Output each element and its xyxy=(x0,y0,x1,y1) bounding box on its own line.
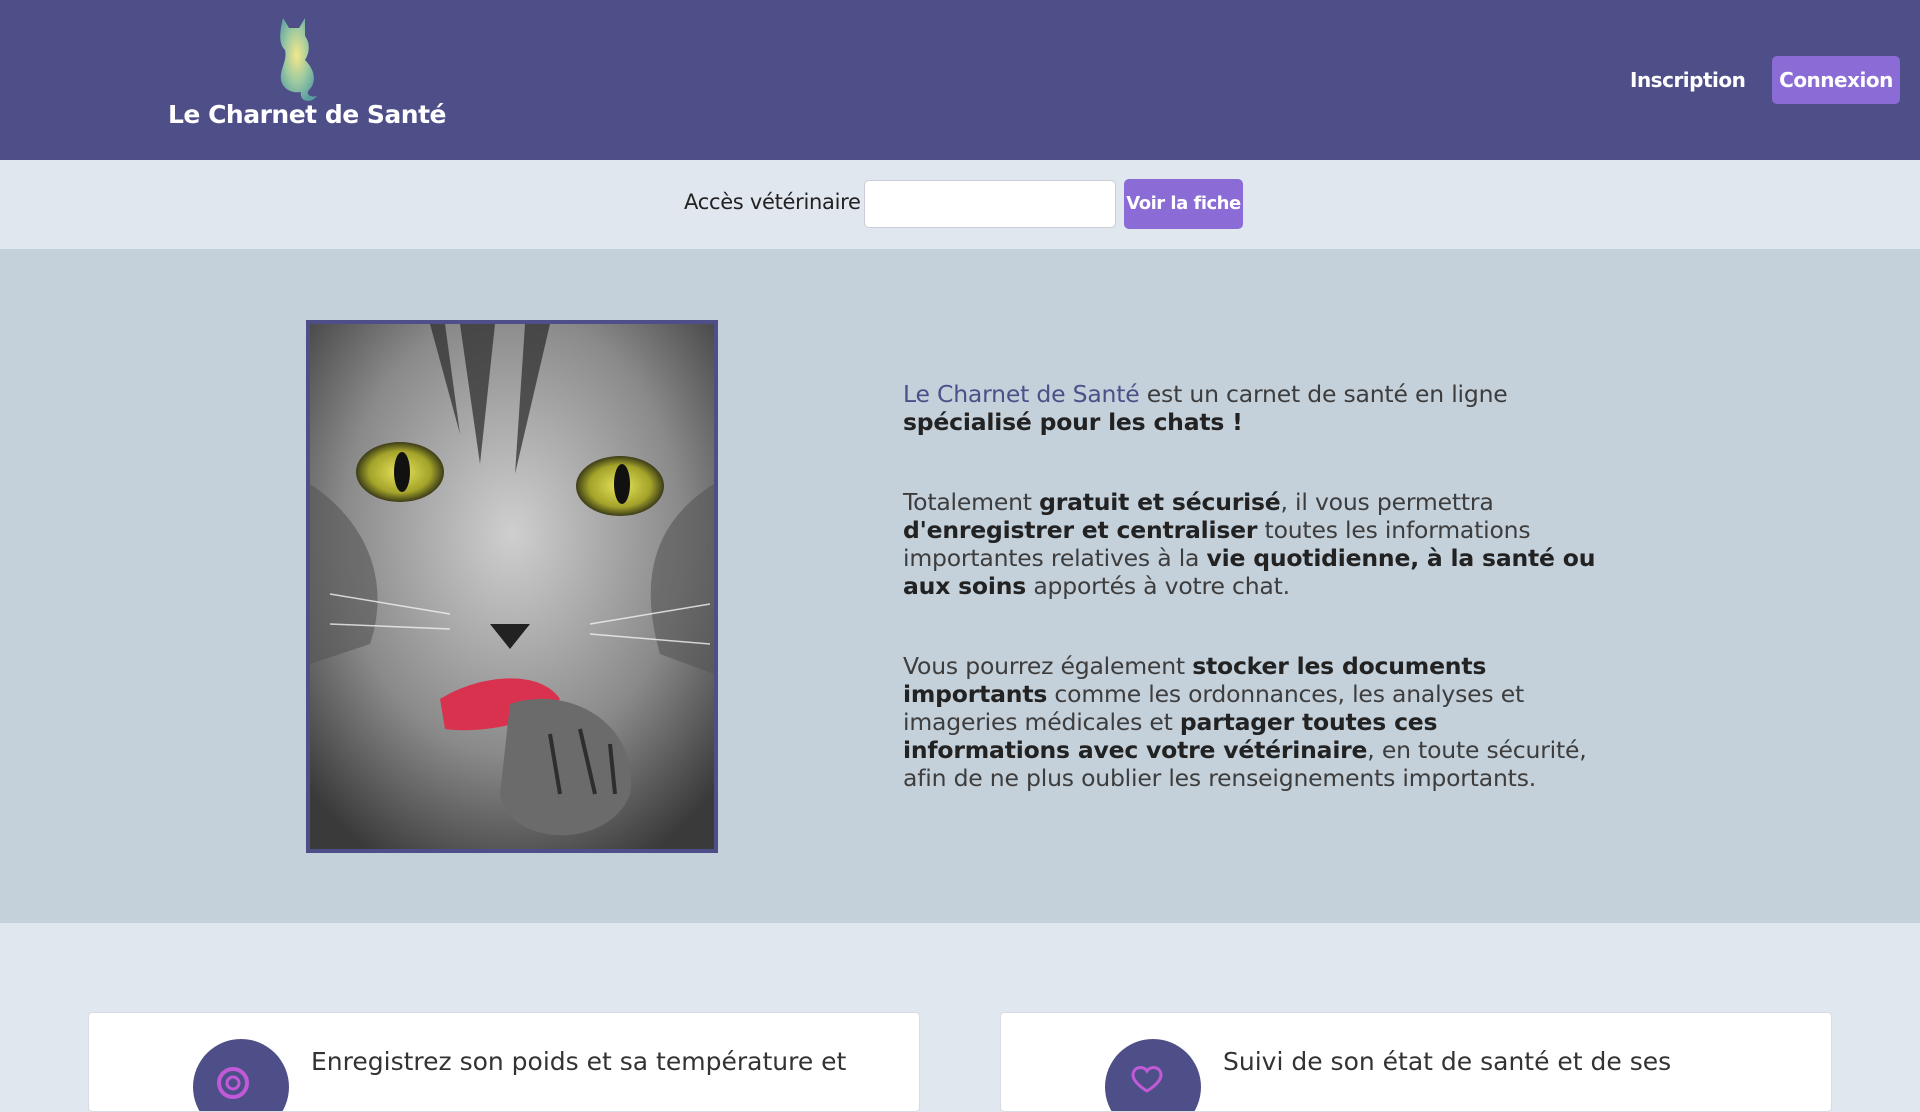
voir-fiche-button[interactable]: Voir la fiche xyxy=(1124,179,1243,229)
hero-p2-text-4: apportés à votre chat. xyxy=(1026,572,1290,600)
cat-photo xyxy=(306,320,718,853)
hero-p2-bold-1: gratuit et sécurisé xyxy=(1039,488,1281,516)
feature-text: Enregistrez son poids et sa température … xyxy=(311,1047,847,1076)
hero-p1-text: est un carnet de santé en ligne xyxy=(1139,380,1508,408)
hero-p1-bold: spécialisé pour les chats ! xyxy=(903,408,1243,436)
hero-paragraph-2: Totalement gratuit et sécurisé, il vous … xyxy=(903,488,1603,600)
brand-name: Le Charnet de Santé xyxy=(168,100,446,129)
feature-card: Enregistrez son poids et sa température … xyxy=(88,1012,920,1112)
feature-card: Suivi de son état de santé et de ses xyxy=(1000,1012,1832,1112)
brand-logo[interactable]: Le Charnet de Santé xyxy=(168,14,446,134)
connexion-button[interactable]: Connexion xyxy=(1772,56,1900,104)
hero-p3-text-1: Vous pourrez également xyxy=(903,652,1193,680)
hero-description: Le Charnet de Santé est un carnet de san… xyxy=(903,380,1603,844)
top-navbar: Le Charnet de Santé Inscription Connexio… xyxy=(0,0,1920,160)
scale-icon xyxy=(193,1039,289,1111)
hero-paragraph-1: Le Charnet de Santé est un carnet de san… xyxy=(903,380,1603,436)
hero-p2-bold-2: d'enregistrer et centraliser xyxy=(903,516,1258,544)
hero-p2-text-1: Totalement xyxy=(903,488,1040,516)
feature-text: Suivi de son état de santé et de ses xyxy=(1223,1047,1672,1076)
inscription-link[interactable]: Inscription xyxy=(1630,56,1746,104)
hero-p2-text-2: , il vous permettra xyxy=(1280,488,1494,516)
hero-paragraph-3: Vous pourrez également stocker les docum… xyxy=(903,652,1603,792)
vet-access-label: Accès vétérinaire : xyxy=(684,190,874,214)
heart-icon xyxy=(1105,1039,1201,1111)
hero-brand-name: Le Charnet de Santé xyxy=(903,380,1140,408)
cat-silhouette-icon xyxy=(265,14,325,104)
vet-access-input[interactable] xyxy=(864,180,1116,228)
